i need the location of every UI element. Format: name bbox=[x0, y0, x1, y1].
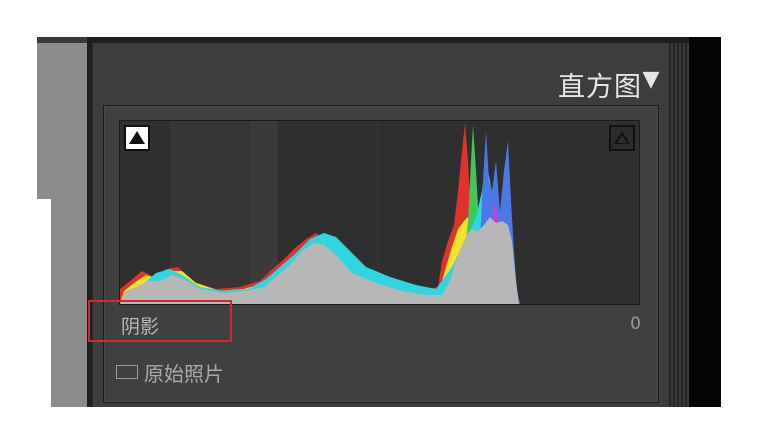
left-filmstrip-area bbox=[37, 37, 87, 407]
histogram-plot[interactable] bbox=[119, 120, 640, 305]
original-photo-checkbox[interactable] bbox=[116, 365, 138, 379]
panel-title[interactable]: 直方图 bbox=[558, 65, 642, 104]
right-edge-area bbox=[689, 37, 721, 407]
histogram-graph bbox=[120, 121, 520, 304]
right-panel-scroll-rails[interactable] bbox=[667, 43, 689, 407]
histogram-panel: 直方图 ▼ 阴影 0 原始照片 bbox=[92, 43, 668, 407]
histogram-box: 阴影 0 原始照片 bbox=[103, 105, 659, 403]
left-white-block bbox=[37, 199, 51, 407]
histogram-readout-value: 0 bbox=[630, 314, 641, 334]
collapse-arrow-icon[interactable]: ▼ bbox=[638, 67, 664, 93]
shadow-clipping-toggle[interactable] bbox=[124, 125, 150, 151]
original-photo-toggle[interactable]: 原始照片 bbox=[116, 358, 224, 386]
screenshot-frame: 直方图 ▼ 阴影 0 原始照片 bbox=[37, 37, 721, 407]
left-top-bar bbox=[37, 37, 87, 43]
original-photo-label: 原始照片 bbox=[144, 361, 224, 386]
white-triangle-icon bbox=[129, 131, 145, 144]
highlight-clipping-toggle[interactable] bbox=[609, 125, 635, 151]
dark-triangle-icon bbox=[614, 131, 630, 144]
annotation-highlight-box bbox=[88, 300, 232, 342]
